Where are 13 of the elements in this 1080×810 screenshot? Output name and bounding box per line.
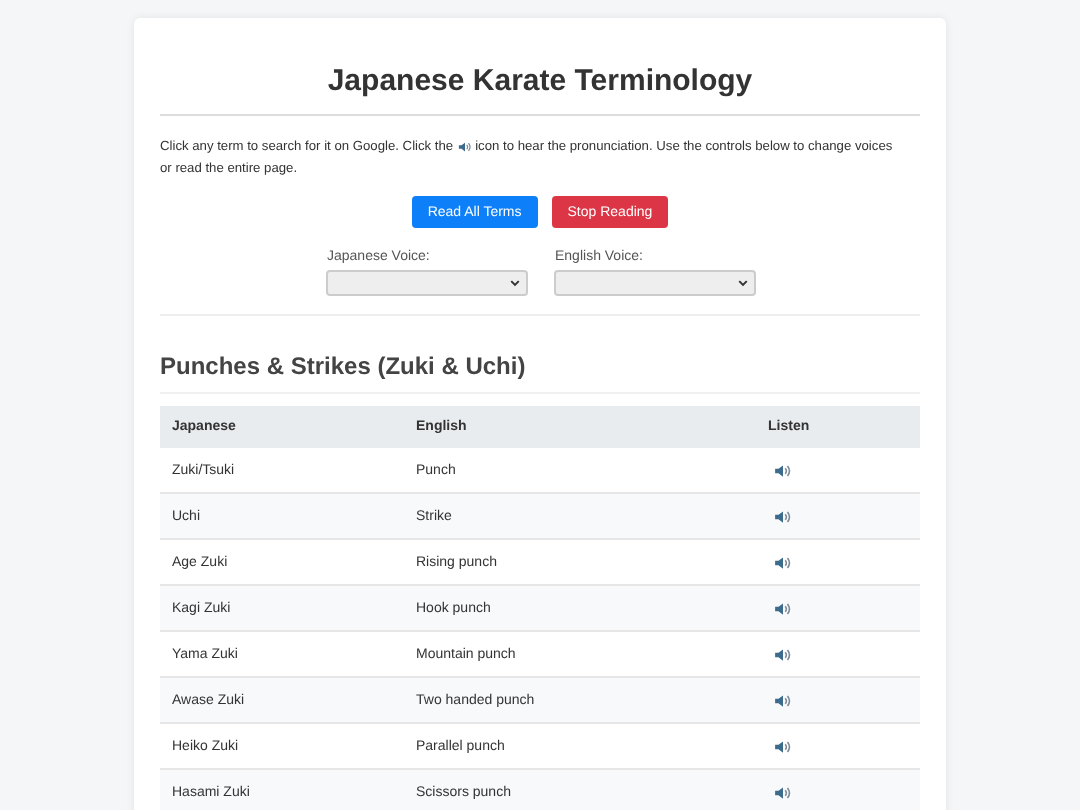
speaker-icon[interactable] [774,507,792,525]
caret-icon [737,278,747,288]
section-heading: Punches & Strikes (Zuki & Uchi) [160,350,528,382]
speaker-icon [457,140,472,154]
page-title: Japanese Karate Terminology [325,62,755,102]
speaker-icon[interactable] [774,553,792,571]
speaker-icon[interactable] [774,599,792,617]
speaker-icon[interactable] [774,783,792,801]
speaker-icon[interactable] [774,461,792,479]
speaker-icon[interactable] [774,645,792,663]
speaker-icon[interactable] [774,737,792,755]
speaker-icon[interactable] [774,691,792,709]
caret-icon [509,278,519,288]
